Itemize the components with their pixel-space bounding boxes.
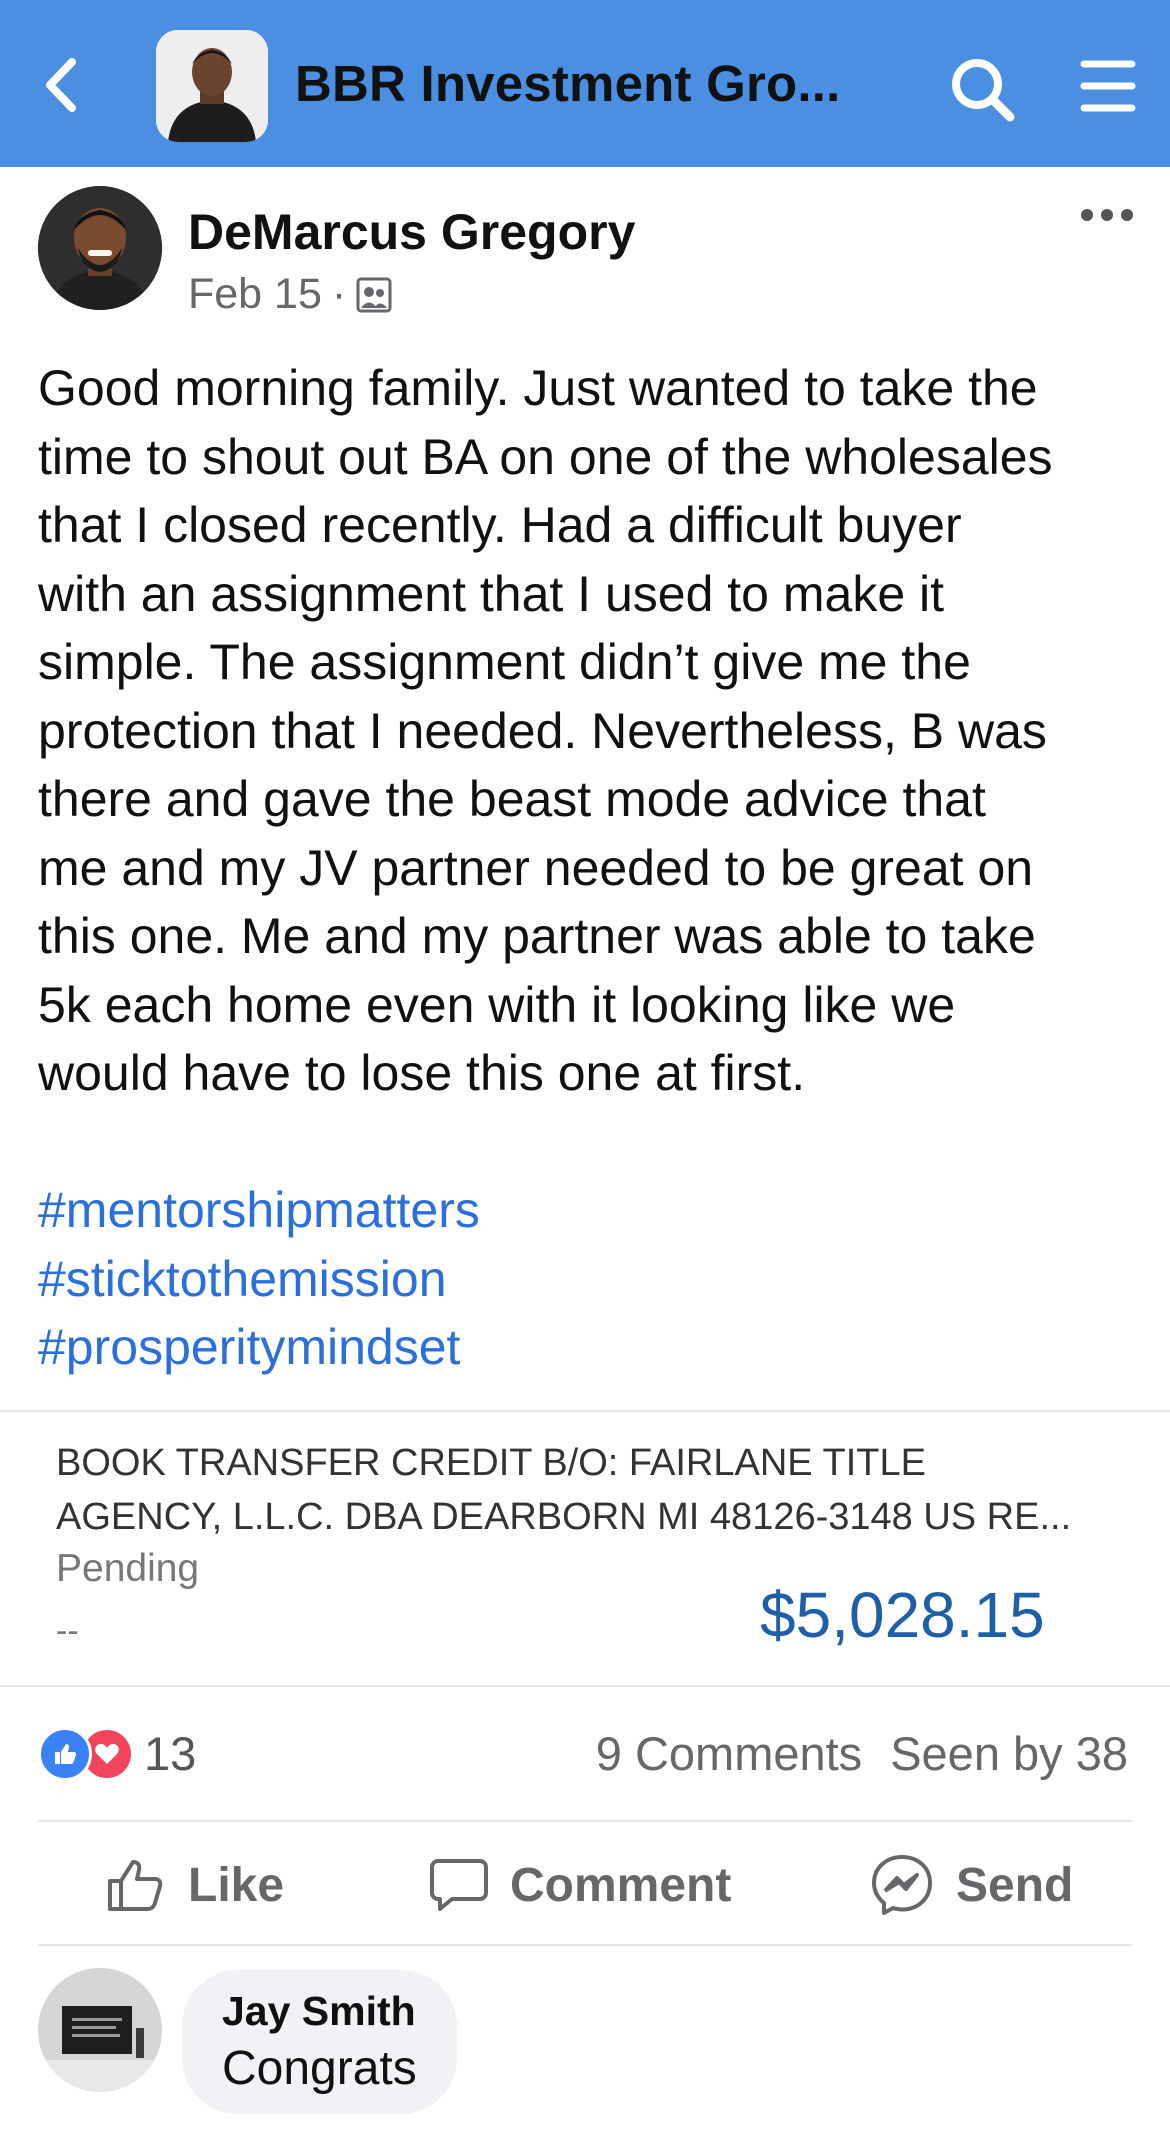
post-body-line: simple. The assignment didn’t give me th…	[38, 634, 971, 690]
post-body-line: Good morning family. Just wanted to take…	[38, 360, 1038, 416]
back-button[interactable]	[38, 50, 88, 120]
post-body-line: that I closed recently. Had a difficult …	[38, 497, 962, 553]
transaction-description-line: BOOK TRANSFER CREDIT B/O: FAIRLANE TITLE	[56, 1442, 926, 1484]
reaction-count: 13	[144, 1727, 197, 1780]
transaction-description-line: AGENCY, L.L.C. DBA DEARBORN MI 48126-314…	[56, 1496, 1072, 1538]
post-body: Good morning family. Just wanted to take…	[38, 354, 1148, 1108]
commenter-name[interactable]: Jay Smith	[222, 1988, 417, 2035]
send-button[interactable]: Send	[870, 1850, 1073, 1920]
comment-bubble[interactable]: Jay Smith Congrats	[182, 1970, 457, 2114]
post-stats: 9 Comments Seen by 38	[596, 1726, 1128, 1781]
send-label: Send	[956, 1858, 1074, 1912]
transaction-status: Pending	[56, 1547, 200, 1590]
post-body-line: this one. Me and my partner was able to …	[38, 908, 1036, 964]
reactions-summary[interactable]: 13	[38, 1726, 196, 1781]
like-label: Like	[188, 1858, 285, 1912]
post-body-line: me and my JV partner needed to be great …	[38, 839, 1034, 896]
commenter-avatar-image	[38, 1968, 162, 2092]
post-body-line: protection that I needed. Nevertheless, …	[38, 702, 1047, 759]
more-options-button[interactable]	[1080, 207, 1134, 223]
hashtag-list: #mentorshipmatters #sticktothemission #p…	[38, 1176, 480, 1382]
like-reaction-icon	[38, 1726, 92, 1781]
hashtag-link[interactable]: #prosperitymindset	[38, 1313, 480, 1382]
author-name[interactable]: DeMarcus Gregory	[188, 203, 635, 261]
meta-separator: ·	[331, 270, 347, 318]
comment-bubble-icon	[430, 1859, 488, 1911]
post-date[interactable]: Feb 15	[188, 270, 322, 319]
comments-count[interactable]: 9 Comments	[596, 1727, 862, 1780]
thumbs-up-icon	[108, 1860, 163, 1911]
menu-button[interactable]	[1080, 58, 1136, 114]
search-icon	[952, 59, 1015, 122]
comment-label: Comment	[510, 1858, 732, 1912]
actions-bottom-divider	[38, 1944, 1132, 1946]
attachment-bottom-divider	[0, 1685, 1170, 1687]
comment-button[interactable]: Comment	[430, 1850, 731, 1920]
group-avatar-image	[156, 30, 268, 142]
post-body-line: there and gave the beast mode advice tha…	[38, 771, 986, 827]
author-avatar[interactable]	[38, 186, 162, 310]
actions-top-divider	[38, 1820, 1132, 1822]
messenger-icon	[872, 1855, 932, 1915]
more-options-icon	[1081, 209, 1133, 221]
hamburger-menu-icon	[1080, 60, 1136, 112]
hashtag-link[interactable]: #mentorshipmatters	[38, 1176, 480, 1245]
comment-text: Congrats	[222, 2042, 417, 2095]
top-bar: BBR Investment Gro...	[0, 0, 1170, 167]
transaction-description: BOOK TRANSFER CREDIT B/O: FAIRLANE TITLE…	[56, 1436, 1096, 1544]
chevron-left-icon	[46, 58, 76, 112]
transaction-amount: $5,028.15	[760, 1579, 1045, 1651]
post-body-line: time to shout out BA on one of the whole…	[38, 428, 1053, 485]
post-body-line: 5k each home even with it looking like w…	[38, 976, 956, 1033]
post-meta: Feb 15 ·	[188, 270, 392, 319]
search-button[interactable]	[948, 55, 1018, 125]
group-title[interactable]: BBR Investment Gro...	[295, 54, 840, 113]
hashtag-link[interactable]: #sticktothemission	[38, 1245, 480, 1314]
post-body-line: with an assignment that I used to make i…	[38, 565, 945, 622]
transaction-dash: --	[56, 1612, 79, 1650]
seen-by-count[interactable]: Seen by 38	[890, 1727, 1128, 1780]
author-avatar-image	[38, 186, 162, 310]
commenter-avatar[interactable]	[38, 1968, 162, 2092]
group-avatar[interactable]	[156, 30, 268, 142]
group-audience-icon	[356, 277, 392, 312]
post-body-line: would have to lose this one at first.	[38, 1045, 806, 1101]
like-button[interactable]: Like	[106, 1850, 284, 1920]
